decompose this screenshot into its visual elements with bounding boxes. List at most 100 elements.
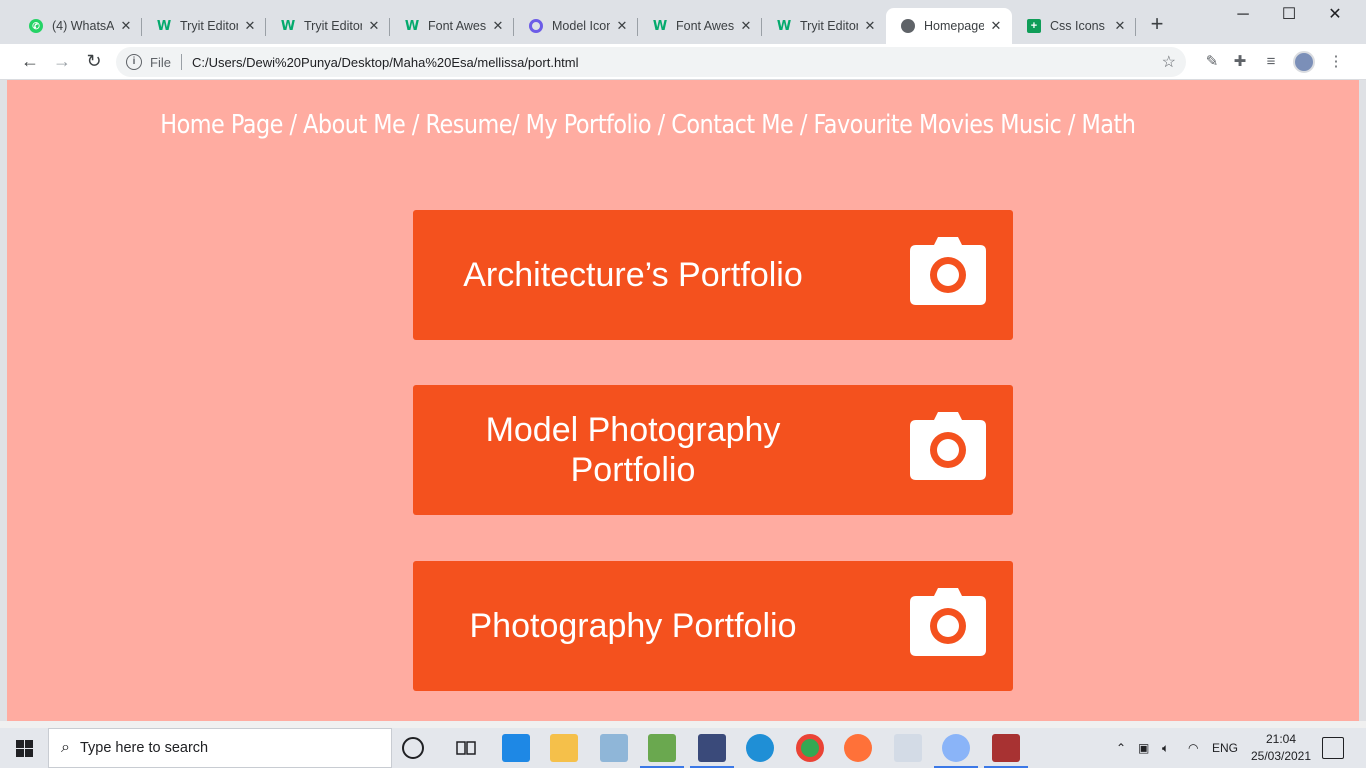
portfolio-card-architecture[interactable]: Architecture’s Portfolio bbox=[413, 210, 1013, 340]
search-engine-icon bbox=[528, 18, 544, 34]
file-explorer-icon[interactable] bbox=[550, 734, 578, 762]
media-queue-icon[interactable]: ≡ bbox=[1261, 52, 1281, 72]
tab-css-icons[interactable]: + Css Icons - ✕ bbox=[1012, 8, 1136, 44]
tab-tryit-editor-2[interactable]: W Tryit Editor ✕ bbox=[266, 8, 390, 44]
chrome-active-window-icon[interactable] bbox=[934, 734, 978, 768]
camera-icon bbox=[910, 588, 986, 656]
tab-label: Css Icons - bbox=[1050, 19, 1108, 33]
nav-separator: / bbox=[282, 110, 304, 140]
address-scheme: File bbox=[150, 54, 171, 70]
firefox-browser-icon[interactable] bbox=[844, 734, 872, 762]
profile-avatar[interactable] bbox=[1293, 51, 1315, 73]
close-tab-icon[interactable]: ✕ bbox=[738, 18, 754, 34]
chrome-browser-icon[interactable] bbox=[796, 734, 824, 762]
volume-icon[interactable]: 🔈︎ bbox=[1162, 728, 1169, 768]
globe-icon bbox=[900, 18, 916, 34]
card-title-line: Portfolio bbox=[570, 451, 696, 489]
camera-icon bbox=[910, 237, 986, 305]
language-indicator[interactable]: ENG bbox=[1212, 728, 1238, 768]
edge-browser-icon[interactable] bbox=[746, 734, 774, 762]
arrow-right-icon: → bbox=[53, 51, 71, 71]
whatsapp-icon: ✆ bbox=[28, 18, 44, 34]
w3schools-icon: W bbox=[776, 18, 792, 34]
nav-favourite-movies-music[interactable]: Favourite Movies Music bbox=[813, 110, 1061, 140]
portfolio-card-model-photography[interactable]: Model Photography Portfolio bbox=[413, 385, 1013, 515]
browser-tab-strip: ✆ (4) WhatsAp ✕ W Tryit Editor ✕ W Tryit… bbox=[0, 0, 1366, 44]
taskbar-clock[interactable]: 21:04 25/03/2021 bbox=[1248, 731, 1314, 765]
notepad-plus-icon[interactable] bbox=[640, 734, 684, 768]
close-window-button[interactable]: ✕ bbox=[1312, 4, 1358, 28]
w3schools-icon: W bbox=[280, 18, 296, 34]
tab-font-awesome-2[interactable]: W Font Aweso ✕ bbox=[638, 8, 762, 44]
wifi-icon[interactable]: ◠ bbox=[1188, 728, 1198, 768]
new-tab-button[interactable]: + bbox=[1146, 13, 1168, 36]
meet-now-icon[interactable]: ▣ bbox=[1138, 728, 1149, 768]
tab-whatsapp[interactable]: ✆ (4) WhatsAp ✕ bbox=[14, 8, 142, 44]
close-tab-icon[interactable]: ✕ bbox=[490, 18, 506, 34]
clock-time: 21:04 bbox=[1265, 732, 1297, 746]
mail-app-icon[interactable] bbox=[502, 734, 530, 762]
w3schools-icon: W bbox=[404, 18, 420, 34]
show-hidden-icons-chevron-icon[interactable]: ⌃ bbox=[1116, 728, 1126, 768]
nav-my-portfolio[interactable]: My Portfolio bbox=[526, 110, 652, 140]
minimize-button[interactable]: ─ bbox=[1220, 4, 1266, 28]
start-button[interactable] bbox=[0, 728, 48, 768]
tab-homepage[interactable]: Homepage ✕ bbox=[886, 8, 1012, 44]
clock-date: 25/03/2021 bbox=[1250, 749, 1312, 763]
back-button[interactable]: ← bbox=[18, 50, 42, 74]
close-tab-icon[interactable]: ✕ bbox=[118, 18, 134, 34]
nav-resume[interactable]: Resume bbox=[425, 110, 512, 140]
tab-label: Tryit Editor bbox=[180, 19, 238, 33]
info-icon[interactable]: i bbox=[126, 54, 142, 70]
tab-model-icon[interactable]: Model Icon ✕ bbox=[514, 8, 638, 44]
nav-separator: / bbox=[793, 110, 814, 140]
browser-toolbar: ← → ↻ i File C:/Users/Dewi%20Punya/Deskt… bbox=[0, 44, 1366, 80]
tab-tryit-editor-1[interactable]: W Tryit Editor ✕ bbox=[142, 8, 266, 44]
site-navigation: Home Page / About Me / Resume/ My Portfo… bbox=[97, 110, 1198, 140]
close-tab-icon[interactable]: ✕ bbox=[988, 18, 1004, 34]
tab-font-awesome-1[interactable]: W Font Aweso ✕ bbox=[390, 8, 514, 44]
dev-cpp-icon[interactable] bbox=[690, 734, 734, 768]
task-view-icon[interactable] bbox=[452, 734, 480, 762]
close-tab-icon[interactable]: ✕ bbox=[1112, 18, 1128, 34]
reload-button[interactable]: ↻ bbox=[82, 50, 106, 74]
tab-label: Font Aweso bbox=[676, 19, 734, 33]
nav-about-me[interactable]: About Me bbox=[303, 110, 406, 140]
tab-label: Homepage bbox=[924, 19, 984, 33]
cortana-icon[interactable] bbox=[402, 737, 424, 759]
tab-label: Tryit Editor bbox=[800, 19, 858, 33]
nav-separator: / bbox=[405, 110, 426, 140]
nav-contact-me[interactable]: Contact Me bbox=[671, 110, 794, 140]
w3schools-icon: W bbox=[652, 18, 668, 34]
tab-tryit-editor-3[interactable]: W Tryit Editor ✕ bbox=[762, 8, 886, 44]
winrar-icon[interactable] bbox=[984, 734, 1028, 768]
close-tab-icon[interactable]: ✕ bbox=[614, 18, 630, 34]
card-title: Model Photography Portfolio bbox=[413, 410, 853, 490]
address-bar[interactable]: i File C:/Users/Dewi%20Punya/Desktop/Mah… bbox=[116, 47, 1186, 77]
css-icon: + bbox=[1026, 18, 1042, 34]
portfolio-card-photography[interactable]: Photography Portfolio bbox=[413, 561, 1013, 691]
close-tab-icon[interactable]: ✕ bbox=[862, 18, 878, 34]
background-window-status-strip bbox=[0, 721, 1366, 728]
nav-separator: / bbox=[512, 110, 526, 140]
reload-icon: ↻ bbox=[86, 51, 102, 71]
taskbar-search-box[interactable]: ⌕ Type here to search bbox=[48, 728, 392, 768]
python-app-icon[interactable] bbox=[894, 734, 922, 762]
close-tab-icon[interactable]: ✕ bbox=[242, 18, 258, 34]
nav-math[interactable]: Math bbox=[1082, 110, 1136, 140]
forward-button[interactable]: → bbox=[50, 50, 74, 74]
menu-kebab-icon[interactable]: ⋮ bbox=[1326, 52, 1346, 72]
tab-label: Model Icon bbox=[552, 19, 610, 33]
nav-home-page[interactable]: Home Page bbox=[160, 110, 283, 140]
tab-label: Font Aweso bbox=[428, 19, 486, 33]
close-tab-icon[interactable]: ✕ bbox=[366, 18, 382, 34]
extensions-puzzle-icon[interactable]: ✚ bbox=[1230, 52, 1250, 72]
bookmark-star-icon[interactable]: ☆ bbox=[1162, 52, 1176, 72]
notification-center-icon[interactable] bbox=[1322, 737, 1344, 759]
address-url[interactable]: C:/Users/Dewi%20Punya/Desktop/Maha%20Esa… bbox=[192, 55, 579, 70]
notes-app-icon[interactable] bbox=[600, 734, 628, 762]
eyedropper-extension-icon[interactable]: ✎ bbox=[1202, 52, 1222, 72]
maximize-button[interactable]: ☐ bbox=[1266, 4, 1312, 28]
tab-label: Tryit Editor bbox=[304, 19, 362, 33]
search-icon: ⌕ bbox=[61, 739, 70, 756]
